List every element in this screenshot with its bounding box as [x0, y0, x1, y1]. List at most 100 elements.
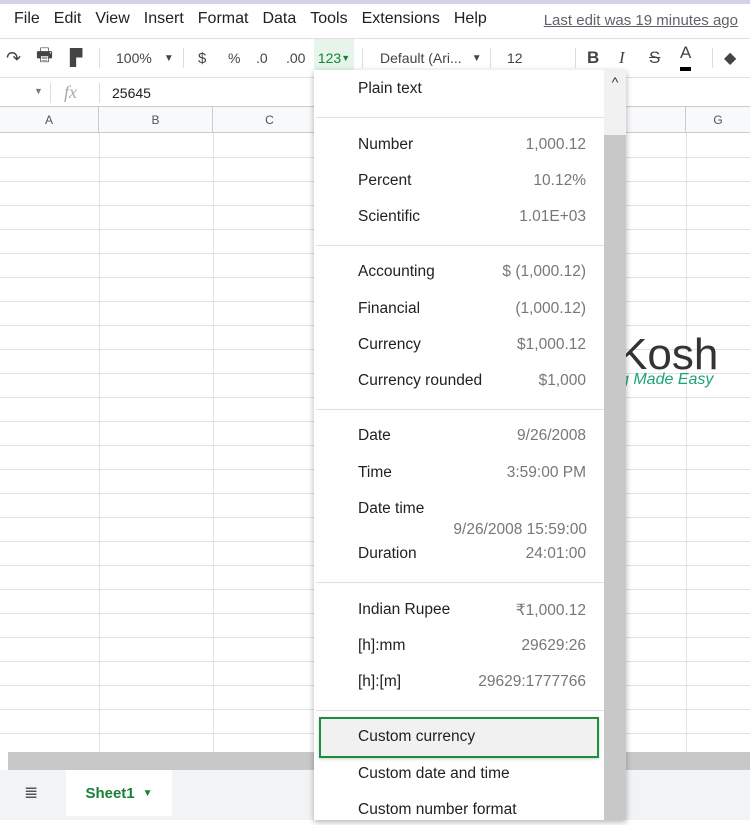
menu-item-currency[interactable]: Currency $1,000.12: [314, 330, 604, 360]
divider: [99, 48, 100, 68]
all-sheets-icon[interactable]: ≣: [24, 783, 38, 803]
menu-item-label: Custom number format: [358, 801, 517, 818]
menu-view[interactable]: View: [95, 10, 129, 28]
menu-item-label: Date time: [358, 500, 425, 517]
text-color-button[interactable]: A: [680, 39, 692, 71]
chevron-down-icon: ▼: [142, 787, 153, 799]
redo-icon[interactable]: ↷: [6, 39, 21, 77]
menu-item-example: 29629:26: [521, 637, 586, 654]
chevron-down-icon: ▼: [341, 53, 351, 63]
column-header-a[interactable]: A: [0, 107, 99, 133]
paint-format-icon[interactable]: ▛: [70, 39, 82, 77]
name-box-dropdown-icon[interactable]: ▼: [34, 86, 43, 96]
menu-item-h-m[interactable]: [h]:[m] 29629:1777766: [314, 667, 604, 697]
sheet-tab-label: Sheet1: [85, 784, 135, 802]
increase-decimal-button[interactable]: .00: [286, 39, 305, 77]
formula-input[interactable]: 25645: [112, 85, 151, 101]
grid-line: [99, 133, 100, 752]
fill-color-icon[interactable]: ◆: [724, 39, 736, 77]
menu-item-time[interactable]: Time 3:59:00 PM: [314, 458, 604, 488]
menu-item-example: 1,000.12: [525, 136, 586, 153]
zoom-value: 100%: [116, 50, 152, 66]
menu-separator: [316, 710, 604, 711]
percent-format-button[interactable]: %: [228, 39, 240, 77]
column-header-g[interactable]: G: [686, 107, 750, 133]
divider: [50, 83, 51, 103]
menu-separator: [316, 582, 604, 583]
menu-item-duration[interactable]: Duration 24:01:00: [314, 539, 604, 569]
menu-item-date[interactable]: Date 9/26/2008: [314, 421, 604, 451]
divider: [362, 48, 363, 68]
menu-item-example: 1.01E+03: [519, 208, 586, 225]
menu-item-indian-rupee[interactable]: Indian Rupee ₹1,000.12: [314, 595, 604, 625]
menu-item-example: $1,000.12: [517, 336, 586, 353]
menu-scrollbar[interactable]: [604, 135, 626, 820]
column-header-b[interactable]: B: [99, 107, 213, 133]
menu-separator: [316, 117, 604, 118]
menu-data[interactable]: Data: [262, 10, 296, 28]
menu-tools[interactable]: Tools: [310, 10, 347, 28]
menu-item-label: [h]:mm: [358, 637, 406, 654]
divider: [183, 48, 184, 68]
font-size-value: 12: [507, 50, 523, 66]
menu-insert[interactable]: Insert: [144, 10, 184, 28]
menu-item-label: Financial: [358, 300, 421, 317]
menu-item-label: Custom currency: [358, 728, 476, 745]
currency-format-button[interactable]: $: [198, 39, 206, 77]
menu-item-label: Number: [358, 136, 414, 153]
menu-item-example: ₹1,000.12: [515, 601, 586, 619]
strikethrough-button[interactable]: S: [649, 39, 660, 77]
divider: [99, 83, 100, 103]
fx-icon: fx: [64, 82, 77, 102]
decrease-decimal-button[interactable]: .0: [256, 39, 268, 77]
menu-item-h-mm[interactable]: [h]:mm 29629:26: [314, 631, 604, 661]
menu-item-label: Currency rounded: [358, 372, 483, 389]
menu-separator: [316, 409, 604, 410]
menu-scroll-up-icon[interactable]: ^: [604, 70, 626, 135]
last-edit-link[interactable]: Last edit was 19 minutes ago: [544, 12, 738, 29]
menu-item-label: [h]:[m]: [358, 673, 402, 690]
menu-format[interactable]: Format: [198, 10, 249, 28]
menu-item-number[interactable]: Number 1,000.12: [314, 130, 604, 160]
grid-line: [213, 133, 214, 752]
menu-help[interactable]: Help: [454, 10, 487, 28]
zoom-select[interactable]: 100% ▼: [116, 39, 174, 77]
menu-item-label: Duration: [358, 545, 417, 562]
divider: [575, 48, 576, 68]
menu-item-example: $ (1,000.12): [502, 263, 586, 280]
chevron-down-icon: ▼: [163, 52, 174, 64]
menu-item-example: 24:01:00: [525, 545, 586, 562]
grid-line: [686, 133, 687, 752]
menu-item-label: Plain text: [358, 80, 422, 97]
menu-item-scientific[interactable]: Scientific 1.01E+03: [314, 202, 604, 232]
menu-item-custom-number[interactable]: Custom number format: [314, 795, 604, 825]
menu-item-custom-currency[interactable]: Custom currency: [314, 722, 604, 752]
menu-item-custom-date-time[interactable]: Custom date and time: [314, 759, 604, 789]
menu-item-accounting[interactable]: Accounting $ (1,000.12): [314, 257, 604, 287]
menu-item-example: 9/26/2008: [517, 427, 586, 444]
menu-item-label: Time: [358, 464, 392, 481]
column-header-c[interactable]: C: [213, 107, 327, 133]
menu-extensions[interactable]: Extensions: [362, 10, 440, 28]
print-icon[interactable]: 🖶: [36, 39, 53, 77]
menu-item-label: Percent: [358, 172, 412, 189]
menu-item-financial[interactable]: Financial (1,000.12): [314, 294, 604, 324]
sheet-tab-sheet1[interactable]: Sheet1 ▼: [66, 770, 172, 816]
menu-item-example: 29629:1777766: [478, 673, 586, 690]
number-format-menu: ^ 9/26/2008 15:59:00 Plain text Number 1,0…: [314, 70, 626, 820]
menu-item-plain-text[interactable]: Plain text: [314, 74, 604, 104]
menu-item-percent[interactable]: Percent 10.12%: [314, 166, 604, 196]
menu-edit[interactable]: Edit: [54, 10, 82, 28]
menu-item-label: Scientific: [358, 208, 421, 225]
menu-item-date-time[interactable]: Date time: [314, 494, 604, 524]
menu-item-example: (1,000.12): [515, 300, 586, 317]
menu-item-label: Currency: [358, 336, 421, 353]
menu-item-label: Indian Rupee: [358, 601, 451, 618]
font-value: Default (Ari...: [380, 50, 462, 66]
menu-item-example: 3:59:00 PM: [506, 464, 586, 481]
logo-tagline: g Made Easy: [620, 371, 714, 388]
menu-file[interactable]: File: [14, 10, 40, 28]
divider: [490, 48, 491, 68]
menu-item-currency-rounded[interactable]: Currency rounded $1,000: [314, 366, 604, 396]
menu-item-example: $1,000: [538, 372, 586, 389]
